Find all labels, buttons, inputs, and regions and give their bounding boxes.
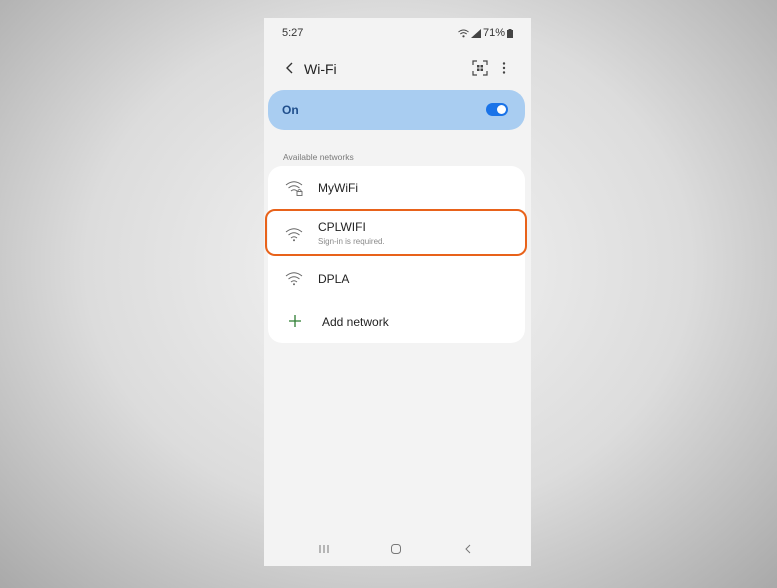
switch-knob: [497, 105, 506, 114]
phone-screen: 5:27 71% Wi-Fi On Available networks MyW…: [264, 18, 531, 566]
app-bar: Wi-Fi: [264, 54, 531, 82]
network-name: DPLA: [318, 272, 350, 286]
page-title: Wi-Fi: [304, 61, 337, 77]
signal-icon: [470, 28, 481, 38]
battery-percent: 71%: [482, 27, 505, 39]
wifi-toggle-card[interactable]: On: [268, 90, 525, 130]
battery-icon: [507, 28, 513, 38]
highlight-outline: [265, 209, 527, 256]
back-nav-icon[interactable]: [462, 542, 474, 556]
add-network-button[interactable]: Add network: [268, 300, 525, 343]
network-item-dpla[interactable]: DPLA: [268, 258, 525, 300]
navigation-bar: [264, 538, 531, 566]
network-item-mywifi[interactable]: MyWiFi: [268, 166, 525, 210]
status-time: 5:27: [282, 27, 304, 39]
plus-icon: [289, 315, 301, 327]
wifi-icon: [285, 272, 303, 286]
network-name: MyWiFi: [318, 181, 358, 195]
status-bar: 5:27 71%: [264, 18, 531, 46]
wifi-toggle-switch[interactable]: [486, 103, 508, 116]
add-network-label: Add network: [322, 315, 389, 329]
qr-code-icon[interactable]: [471, 59, 489, 77]
more-options-icon[interactable]: [498, 59, 510, 77]
back-icon[interactable]: [282, 58, 298, 78]
wifi-status-icon: [458, 29, 469, 37]
wifi-toggle-label: On: [282, 103, 299, 117]
available-networks-header: Available networks: [283, 152, 354, 162]
wifi-lock-icon: [285, 181, 303, 196]
home-icon[interactable]: [390, 542, 402, 556]
status-icons: 71%: [458, 27, 513, 39]
recent-apps-icon[interactable]: [318, 542, 330, 556]
